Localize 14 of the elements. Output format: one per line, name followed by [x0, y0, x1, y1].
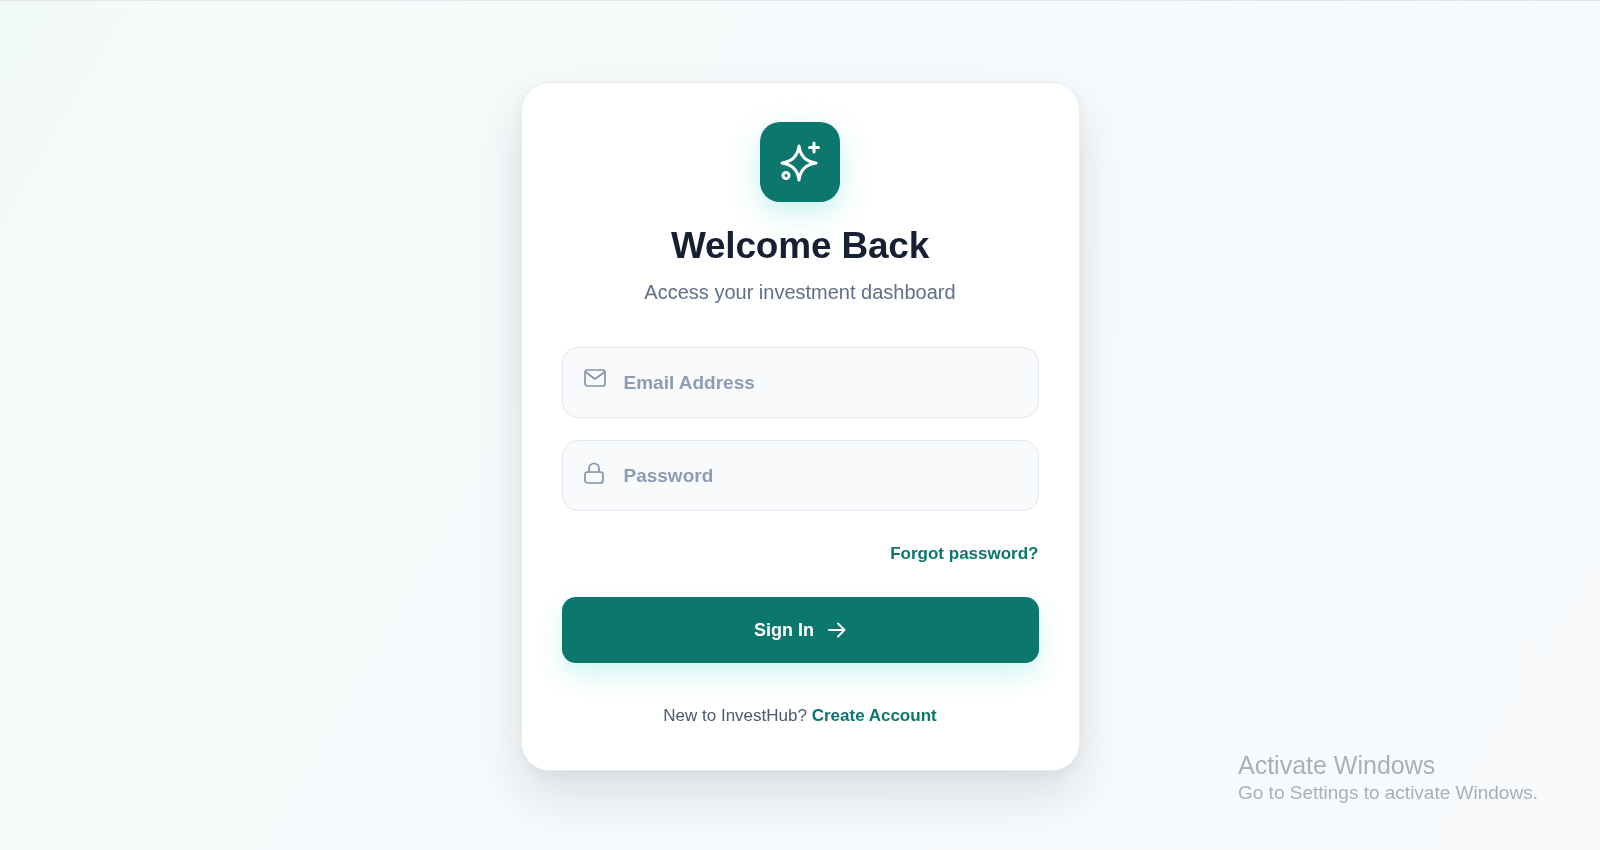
- create-account-link[interactable]: Create Account: [811, 706, 937, 725]
- arrow-right-icon: [828, 622, 846, 638]
- signup-prompt: New to InvestHub? Create Account: [663, 706, 937, 726]
- welcome-heading: Welcome Back: [670, 224, 930, 268]
- activation-notice-text: Go to Settings to activate Windows.: [1238, 782, 1538, 804]
- subtitle-text: Access your investment dashboard: [644, 280, 956, 304]
- email-field[interactable]: Email Address: [561, 347, 1039, 418]
- sign-in-button[interactable]: Sign In: [561, 597, 1039, 663]
- password-field[interactable]: Password: [561, 440, 1039, 511]
- envelope-icon: [583, 369, 606, 387]
- lock-icon: [583, 462, 604, 484]
- sparkle-logo-icon: [760, 122, 840, 202]
- activation-notice-title: Activate Windows: [1238, 751, 1437, 779]
- forgot-password-link[interactable]: Forgot password?: [890, 544, 1039, 564]
